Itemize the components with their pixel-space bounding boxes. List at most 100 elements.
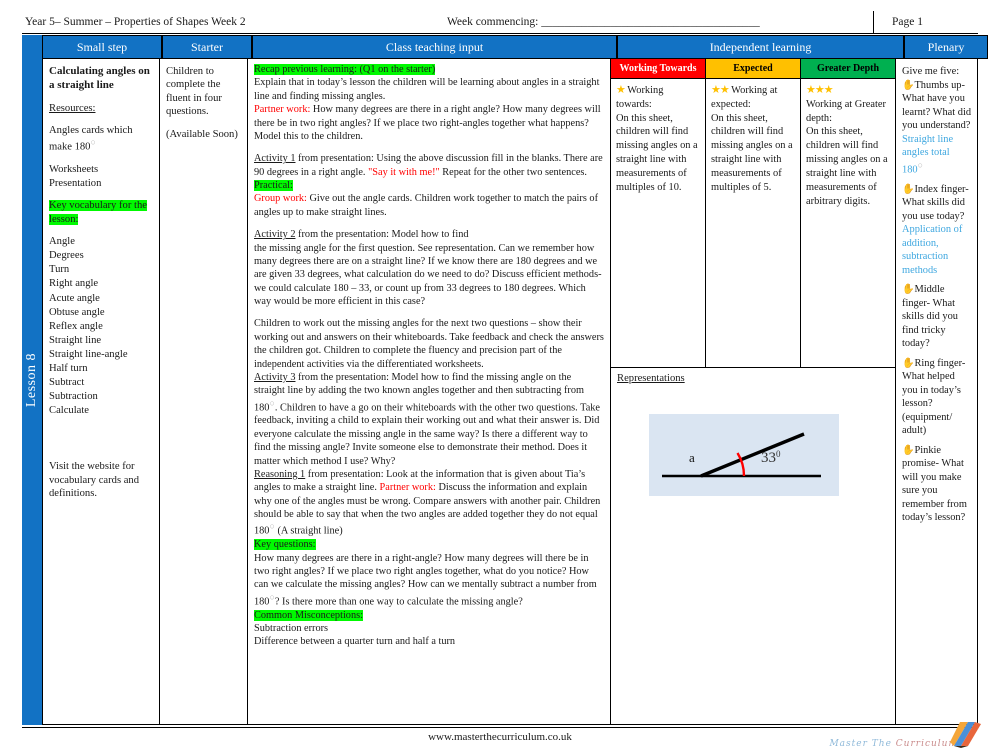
plenary-intro: Give me five: [902, 66, 960, 77]
angle-ray [700, 432, 805, 478]
misconception-item: Difference between a quarter turn and ha… [254, 636, 456, 648]
activity-2-label: Activity 2 [254, 229, 296, 241]
say-it-with-me-quote: "Say it with me!" [368, 166, 440, 178]
plenary-item: ✋Middle finger- What skills did you find… [902, 284, 959, 350]
working-towards-header: Working Towards [611, 59, 705, 79]
activity-3-paragraph: Activity 3 from the presentation: Model … [254, 371, 600, 467]
star-rating-icon: ★ [616, 84, 626, 96]
resource-item-presentation: Presentation [49, 177, 102, 189]
whiteboard-paragraph: Children to work out the missing angles … [254, 318, 604, 370]
hand-icon: ✋ [902, 284, 915, 296]
vocabulary-item: Calculate [49, 405, 90, 417]
table-header-row: Small step Starter Class teaching input … [42, 35, 988, 59]
plenary-answer: Application of addition, subtraction met… [902, 224, 963, 276]
column-plenary: Give me five: ✋Thumbs up- What have you … [896, 59, 978, 725]
brand-word-the: The [871, 739, 892, 749]
expected-header: Expected [706, 59, 800, 79]
plenary-item: ✋Index finger- What skills did you use t… [902, 183, 969, 222]
table-body-row: Calculating angles on a straight line Re… [42, 59, 978, 725]
column-small-step: Calculating angles on a straight line Re… [42, 59, 160, 725]
recap-heading: Recap previous learning: (Q1 on the star… [254, 64, 436, 75]
angle-diagram-svg: a 330 [662, 432, 821, 478]
vocabulary-item: Half turn [49, 362, 88, 374]
brand-logo: Master The Curriculum [829, 722, 984, 750]
vocabulary-item: Straight line-angle [49, 348, 128, 360]
misconception-item: Subtraction errors [254, 622, 329, 634]
small-step-title: Calculating angles on a straight line [49, 65, 150, 91]
vocabulary-item: Straight line [49, 334, 102, 346]
week-commencing-field: Week commencing: _______________________… [447, 16, 760, 28]
lesson-spine-label: Lesson 8 [22, 35, 42, 725]
pencil-icon [950, 722, 981, 748]
partner-work-label: Partner work: [379, 482, 436, 494]
resources-label: Resources: [49, 102, 96, 114]
differentiation-grid: Working Towards ★ Working towards: On th… [611, 59, 895, 367]
recap-body: Explain that in today’s lesson the child… [254, 77, 600, 102]
key-questions-body: How many degrees are there in a right-an… [254, 552, 597, 608]
degree-symbol: ○ [917, 159, 924, 170]
known-angle-label: 330 [761, 449, 781, 466]
differentiation-working-towards: Working Towards ★ Working towards: On th… [611, 59, 706, 367]
activity-2-heading: Activity 2 from the presentation: Model … [254, 229, 469, 241]
vocabulary-item: Subtract [49, 376, 85, 388]
resource-item-worksheets: Worksheets [49, 164, 99, 176]
lesson-number-text: Lesson 8 [24, 352, 39, 408]
group-work-label: Group work: [254, 193, 307, 205]
column-header-independent: Independent learning [618, 35, 905, 59]
expected-body: ★★ Working at expected: On this sheet, c… [711, 84, 793, 193]
representations-section: Representations a 330 [611, 367, 895, 724]
column-starter: Children to complete the fluent in four … [160, 59, 248, 725]
unknown-angle-label: a [689, 450, 695, 465]
activity-1-paragraph: Activity 1 from presentation: Using the … [254, 153, 603, 178]
website-note: Visit the website for vocabulary cards a… [49, 461, 140, 500]
column-class-teaching: Recap previous learning: (Q1 on the star… [248, 59, 611, 725]
partner-work-label: Partner work: [254, 104, 311, 116]
page-number: Page 1 [873, 11, 978, 33]
degree-symbol: ○ [90, 137, 96, 148]
vocabulary-item: Reflex angle [49, 320, 103, 332]
partner-work-paragraph-1: Partner work: How many degrees are there… [254, 104, 601, 142]
reasoning-label: Reasoning 1 [254, 468, 306, 480]
column-header-class-teaching: Class teaching input [253, 35, 618, 59]
plenary-item: ✋Ring finger- What helped you in today’s… [902, 357, 966, 437]
column-header-starter: Starter [163, 35, 253, 59]
hand-icon: ✋ [902, 79, 915, 91]
hand-icon: ✋ [902, 357, 915, 369]
plenary-answer: Straight line angles total 180○ [902, 133, 954, 176]
differentiation-greater-depth: Greater Depth ★★★ Working at Greater dep… [801, 59, 895, 367]
group-work-paragraph: Group work: Give out the angle cards. Ch… [254, 193, 599, 218]
key-questions-heading: Key questions: [254, 539, 316, 551]
activity-3-label: Activity 3 [254, 371, 296, 383]
resource-item-angles-cards: Angles cards which make 180○ [49, 124, 133, 153]
vocabulary-item: Subtraction [49, 391, 98, 403]
brand-wordmark: Master The Curriculum [829, 739, 958, 749]
brand-word-master: Master [829, 739, 868, 749]
vocabulary-item: Right angle [49, 278, 99, 290]
document-meta-row: Year 5– Summer – Properties of Shapes We… [22, 11, 978, 34]
vocabulary-item: Obtuse angle [49, 306, 105, 318]
star-rating-icon: ★★★ [806, 84, 834, 96]
greater-depth-body: ★★★ Working at Greater depth: On this sh… [806, 84, 888, 207]
activity-2-body: the missing angle for the first question… [254, 242, 602, 308]
angle-diagram: a 330 [649, 414, 839, 496]
differentiation-expected: Expected ★★ Working at expected: On this… [706, 59, 801, 367]
common-misconceptions-heading: Common Misconceptions: [254, 609, 363, 621]
working-towards-body: ★ Working towards: On this sheet, childr… [616, 84, 698, 193]
activity-1-label: Activity 1 [254, 153, 296, 165]
starter-availability: (Available Soon) [166, 128, 238, 140]
lesson-plan-table: Small step Starter Class teaching input … [42, 35, 988, 725]
document-title: Year 5– Summer – Properties of Shapes We… [25, 16, 246, 28]
representations-label: Representations [617, 373, 685, 384]
practical-heading: Practical: [254, 180, 293, 191]
vocabulary-item: Degrees [49, 250, 84, 262]
angle-arc [736, 452, 746, 477]
hand-icon: ✋ [902, 183, 915, 195]
plenary-item: ✋Pinkie promise- What will you make sure… [902, 444, 967, 524]
column-header-plenary: Plenary [905, 35, 988, 59]
star-rating-icon: ★★ [711, 84, 730, 96]
key-vocabulary-heading: Key vocabulary for the lesson: [49, 200, 147, 225]
vocabulary-item: Angle [49, 236, 75, 248]
vocabulary-item: Turn [49, 264, 70, 276]
starter-instruction: Children to complete the fluent in four … [166, 66, 222, 118]
column-independent-learning: Working Towards ★ Working towards: On th… [611, 59, 896, 725]
